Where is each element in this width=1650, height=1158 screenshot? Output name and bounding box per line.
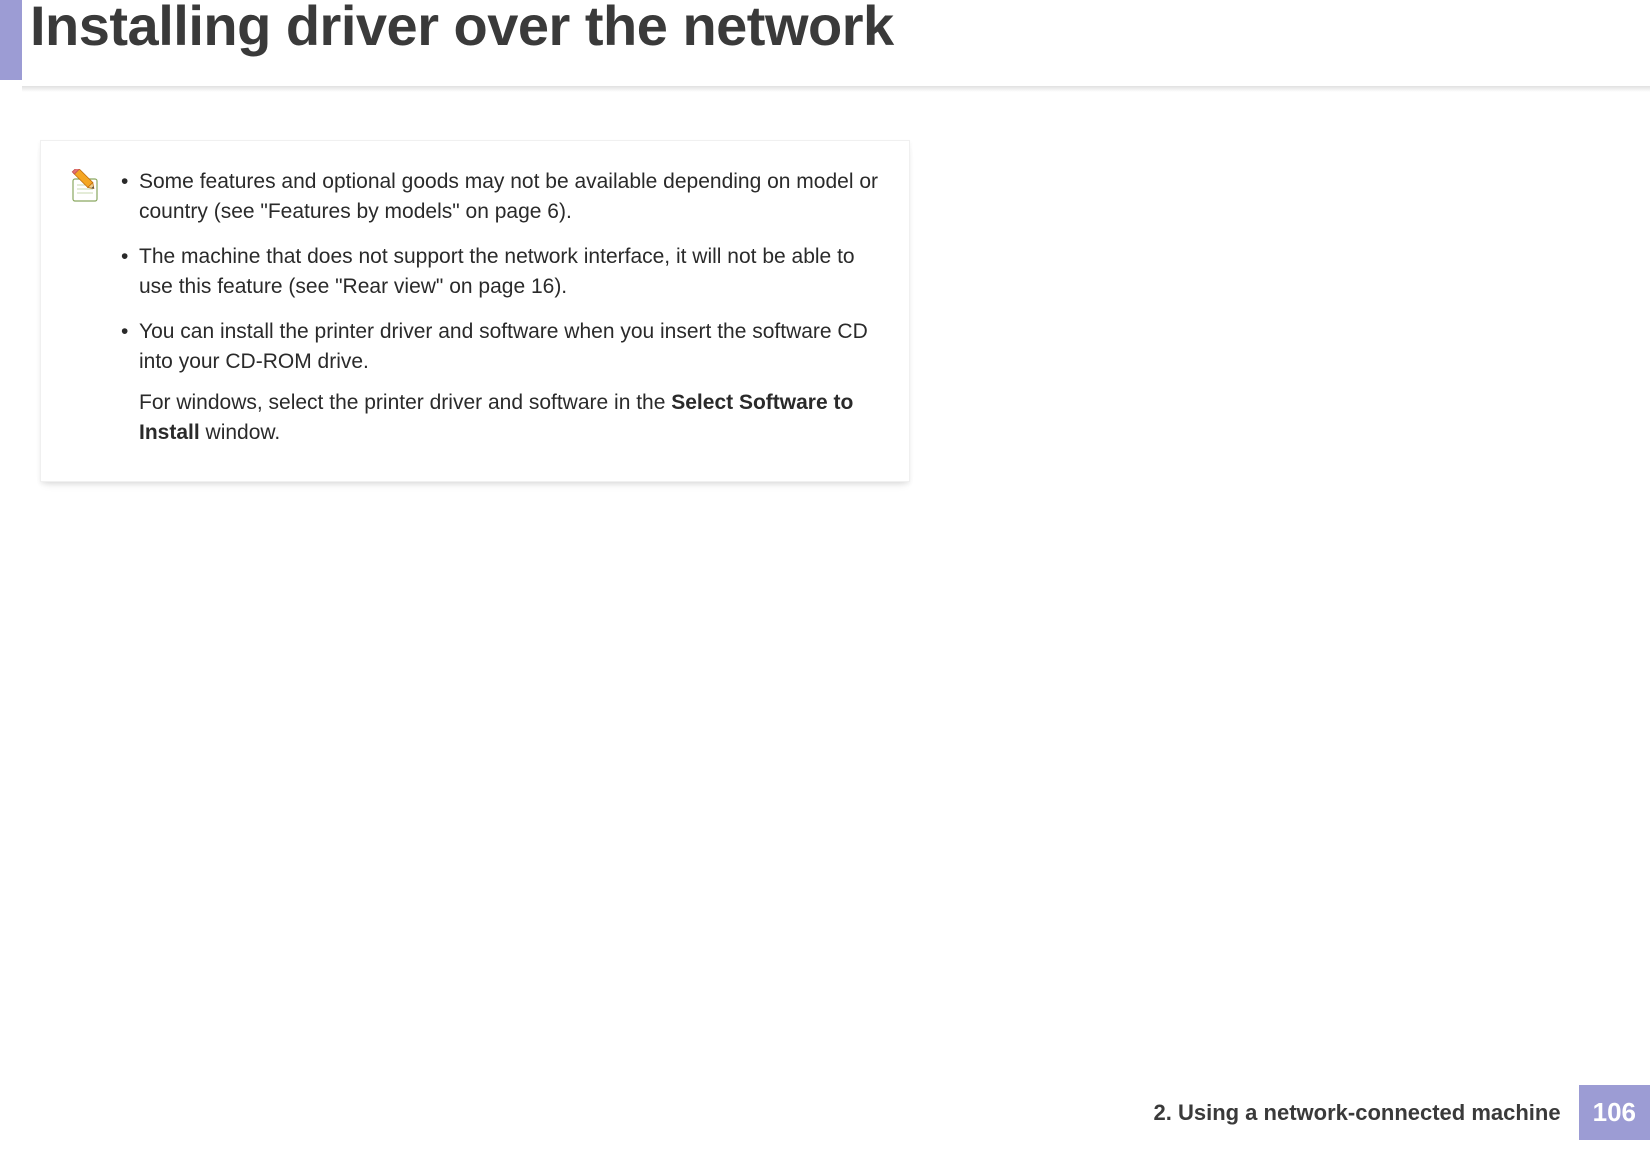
note-bullet-2: The machine that does not support the ne… xyxy=(117,242,879,303)
header-accent-bar xyxy=(0,0,22,80)
page-title: Installing driver over the network xyxy=(30,0,894,57)
header-divider xyxy=(22,86,1650,92)
note-bullet-1: Some features and optional goods may not… xyxy=(117,167,879,228)
content-area: Some features and optional goods may not… xyxy=(40,140,910,482)
pencil-note-icon xyxy=(67,169,103,205)
note-bullet-3: You can install the printer driver and s… xyxy=(117,317,879,449)
note-bullet-2-text: The machine that does not support the ne… xyxy=(139,245,855,298)
header: Installing driver over the network xyxy=(0,0,1650,80)
note-bullet-3-sub-prefix: For windows, select the printer driver a… xyxy=(139,391,671,414)
footer-page-number: 106 xyxy=(1579,1085,1650,1140)
note-content: Some features and optional goods may not… xyxy=(117,167,879,449)
note-bullet-3-sub-suffix: window. xyxy=(200,421,281,444)
note-bullet-3-sub: For windows, select the printer driver a… xyxy=(139,388,879,449)
footer: 2. Using a network-connected machine 106 xyxy=(1136,1085,1650,1140)
footer-chapter-label: 2. Using a network-connected machine xyxy=(1136,1085,1579,1140)
note-bullet-3-text: You can install the printer driver and s… xyxy=(139,320,868,373)
note-box: Some features and optional goods may not… xyxy=(40,140,910,482)
note-bullet-1-text: Some features and optional goods may not… xyxy=(139,170,878,223)
